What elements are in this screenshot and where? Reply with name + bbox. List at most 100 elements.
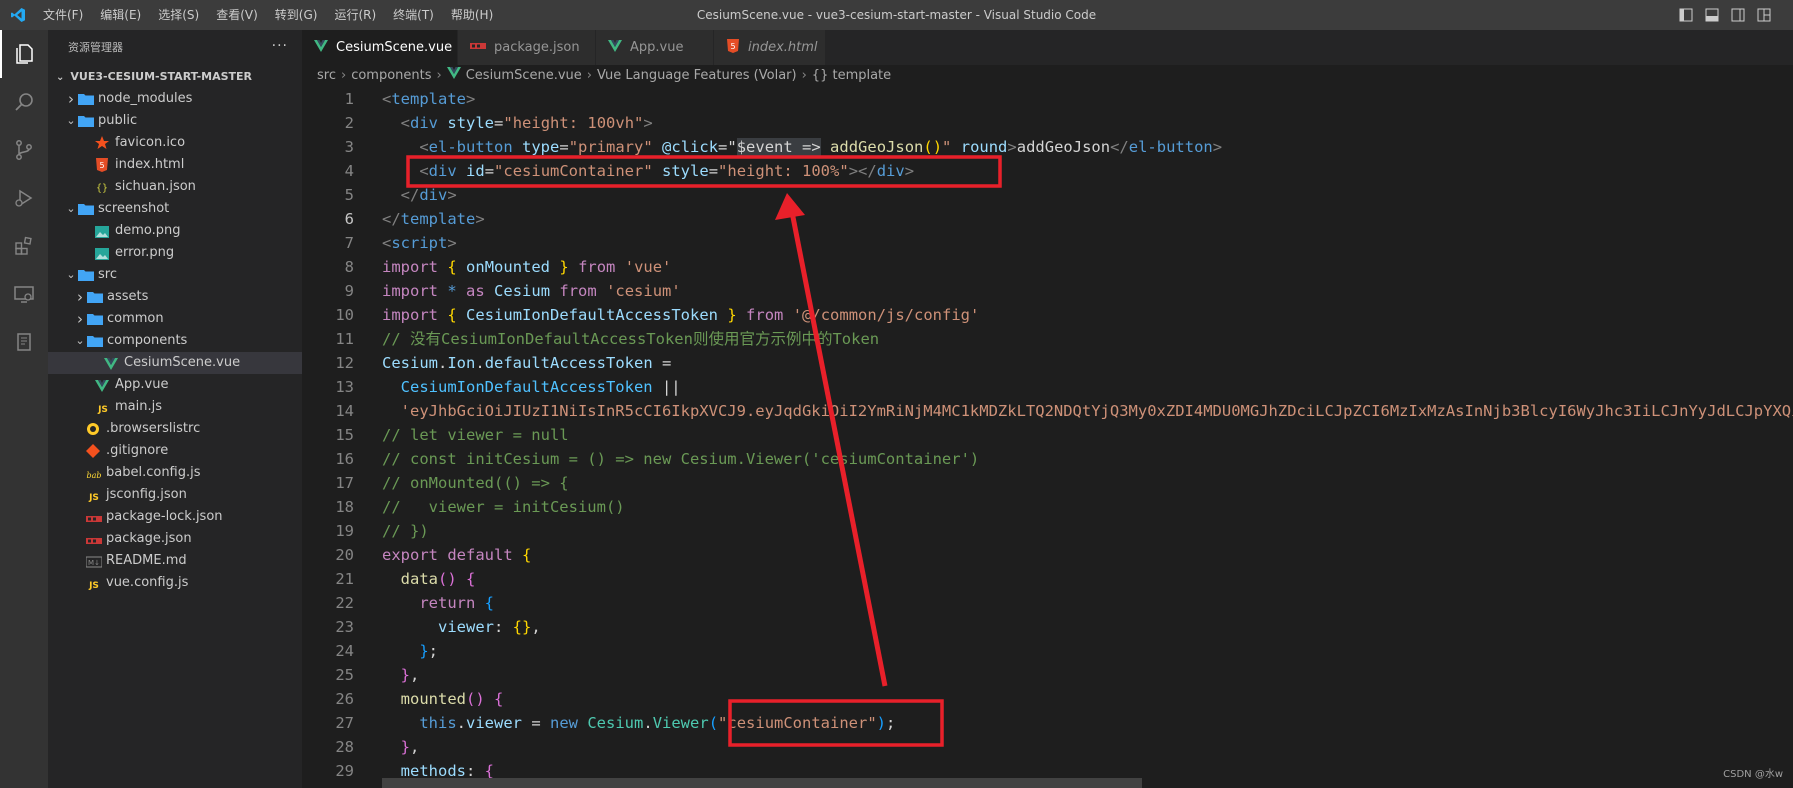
- code-token: :: [494, 618, 513, 636]
- code-token: export: [382, 546, 438, 564]
- tree-item-label: App.vue: [115, 377, 169, 392]
- code-line: },: [382, 735, 1793, 759]
- tree-file[interactable]: error.png: [48, 242, 302, 264]
- chevron-right-icon: ›: [586, 68, 592, 83]
- toggle-sidebar-icon[interactable]: [1679, 8, 1693, 22]
- code-line: // 没有CesiumIonDefaultAccessToken则使用官方示例中…: [382, 327, 1793, 351]
- tree-folder[interactable]: › node_modules: [48, 88, 302, 110]
- tree-file[interactable]: package.json: [48, 528, 302, 550]
- extensions-icon[interactable]: [0, 222, 48, 270]
- tree-file[interactable]: M↓ README.md: [48, 550, 302, 572]
- line-number: 11: [335, 330, 354, 348]
- tree-item-label: sichuan.json: [115, 179, 196, 194]
- tree-file[interactable]: .gitignore: [48, 440, 302, 462]
- menu-item[interactable]: 编辑(E): [100, 0, 141, 30]
- toggle-secondary-sidebar-icon[interactable]: [1731, 8, 1745, 22]
- code-token: >: [475, 210, 485, 228]
- line-number-gutter: 1 2 3 4 5 6 7 8 9 10 11 12 13 14 15 16 17 18 19 20 21 22 23 24 2…: [302, 87, 354, 783]
- breadcrumb-item[interactable]: Vue Language Features (Volar): [597, 68, 797, 83]
- tree-item-label: README.md: [106, 553, 187, 568]
- code-token: onMounted: [466, 258, 551, 276]
- tree-file[interactable]: favicon.ico: [48, 132, 302, 154]
- tree-file[interactable]: .browserslistrc: [48, 418, 302, 440]
- breadcrumb-item[interactable]: components: [351, 68, 431, 83]
- code-token: }: [400, 666, 411, 684]
- code-token: addGeoJson: [1016, 138, 1111, 156]
- tree-folder[interactable]: ⌄ public: [48, 110, 302, 132]
- menu-item[interactable]: 帮助(H): [451, 0, 493, 30]
- tree-folder[interactable]: › assets: [48, 286, 302, 308]
- code-area[interactable]: <template> <div style="height: 100vh"> <…: [382, 87, 1793, 783]
- code-token: }: [559, 258, 569, 276]
- remote-explorer-icon[interactable]: [0, 270, 48, 318]
- code-token: {: [447, 258, 457, 276]
- tree-folder[interactable]: ⌄ components: [48, 330, 302, 352]
- code-token: =: [559, 138, 569, 156]
- code-token: (): [923, 138, 943, 156]
- tree-file[interactable]: CesiumScene.vue: [48, 352, 302, 374]
- line-number: 23: [335, 618, 354, 636]
- menu-item[interactable]: 查看(V): [216, 0, 258, 30]
- menu-item[interactable]: 运行(R): [334, 0, 376, 30]
- code-token: </: [382, 210, 401, 228]
- horizontal-scrollbar[interactable]: [382, 778, 1142, 788]
- docker-icon[interactable]: [0, 318, 48, 366]
- search-icon[interactable]: [0, 78, 48, 126]
- code-token: import: [382, 258, 438, 276]
- tree-file[interactable]: App.vue: [48, 374, 302, 396]
- menu-item[interactable]: 终端(T): [393, 0, 434, 30]
- breadcrumb-item[interactable]: {} template: [812, 68, 891, 83]
- code-token: import: [382, 282, 438, 300]
- menu-item[interactable]: 转到(G): [275, 0, 318, 30]
- code-token: ;: [886, 714, 896, 732]
- tree-folder[interactable]: ⌄ src: [48, 264, 302, 286]
- run-debug-icon[interactable]: [0, 174, 48, 222]
- code-token: '@/common/js/config': [792, 306, 980, 324]
- code-line: viewer: {},: [382, 615, 1793, 639]
- tab-index-html[interactable]: 5 index.html: [714, 30, 826, 65]
- tree-file[interactable]: package-lock.json: [48, 506, 302, 528]
- menu-item[interactable]: 选择(S): [158, 0, 199, 30]
- tree-file[interactable]: 5 index.html: [48, 154, 302, 176]
- tree-folder[interactable]: › common: [48, 308, 302, 330]
- code-editor[interactable]: 1 2 3 4 5 6 7 8 9 10 11 12 13 14 15 16 17 18 19 20 21 22 23 24 2…: [302, 87, 1793, 788]
- customize-layout-icon[interactable]: [1757, 8, 1771, 22]
- source-control-icon[interactable]: [0, 126, 48, 174]
- tree-file[interactable]: JS main.js: [48, 396, 302, 418]
- tree-file[interactable]: JS vue.config.js: [48, 572, 302, 594]
- line-number: 19: [335, 522, 354, 540]
- code-token: style: [447, 114, 495, 132]
- code-token: =": [718, 138, 737, 156]
- tree-file[interactable]: {} sichuan.json: [48, 176, 302, 198]
- tree-item-label: CesiumScene.vue: [124, 355, 241, 370]
- tab-cesiumscene-vue[interactable]: CesiumScene.vue✕: [302, 30, 471, 65]
- menu-item[interactable]: 文件(F): [43, 0, 83, 30]
- code-token: ): [876, 714, 887, 732]
- toggle-panel-icon[interactable]: [1705, 8, 1719, 22]
- code-token: =: [494, 114, 504, 132]
- breadcrumb-item[interactable]: CesiumScene.vue: [466, 68, 582, 83]
- title-bar: 文件(F) 编辑(E) 选择(S) 查看(V) 转到(G) 运行(R) 终端(T) 帮助(H)…: [0, 0, 1793, 30]
- explorer-icon[interactable]: [0, 30, 48, 78]
- breadcrumb-item[interactable]: src: [317, 68, 336, 83]
- tab-package-json[interactable]: package.json: [458, 30, 596, 65]
- code-token: {: [447, 306, 457, 324]
- tab-app-vue[interactable]: App.vue: [596, 30, 714, 65]
- tree-file[interactable]: demo.png: [48, 220, 302, 242]
- code-token: script: [391, 234, 448, 252]
- project-root[interactable]: ⌄ VUE3-CESIUM-START-MASTER: [48, 66, 302, 88]
- tree-folder[interactable]: ⌄ screenshot: [48, 198, 302, 220]
- tree-file[interactable]: JS jsconfig.json: [48, 484, 302, 506]
- tree-file[interactable]: bab babel.config.js: [48, 462, 302, 484]
- more-actions-icon[interactable]: ···: [272, 30, 288, 62]
- code-token: 'eyJhbGciOiJIUzI1NiIsInR5cCI6IkpXVCJ9.ey…: [400, 402, 1793, 420]
- code-token: div: [419, 186, 448, 204]
- code-token: .: [456, 714, 466, 732]
- code-token: Ion: [447, 354, 476, 372]
- code-token: <: [382, 234, 392, 252]
